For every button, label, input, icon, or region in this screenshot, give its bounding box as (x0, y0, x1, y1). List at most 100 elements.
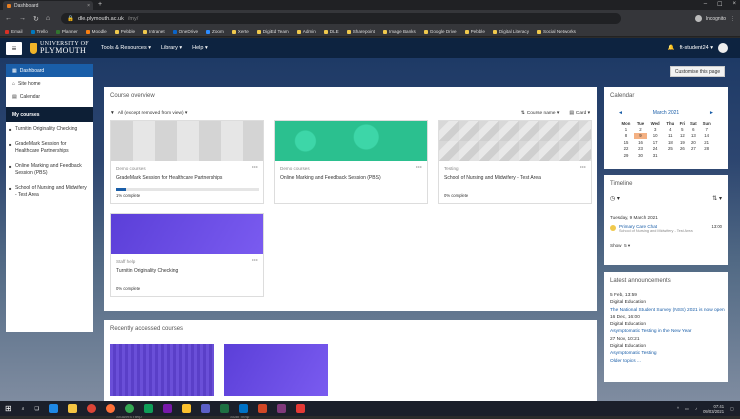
next-month-icon[interactable]: ► (709, 110, 714, 116)
bookmark-item[interactable]: Sharepoint (346, 29, 375, 34)
tab-dashboard[interactable]: Dashboard × (3, 1, 93, 10)
bookmark-item[interactable]: OneDrive (172, 29, 198, 34)
course-name[interactable]: Online Marking and Feedback Session (PBS… (280, 175, 381, 181)
prev-month-icon[interactable]: ◄ (618, 110, 623, 116)
course-card[interactable]: Staff help ··· Turnitin Originality Chec… (110, 213, 264, 297)
drawer-course-online-marking[interactable]: Online Marking and Feedback Session (PBS… (6, 159, 93, 181)
my-courses-heading[interactable]: My courses (6, 107, 93, 122)
bookmark-item[interactable]: Social Networks (537, 29, 576, 34)
bookmark-item[interactable]: Zoom (206, 29, 224, 34)
bookmark-item[interactable]: Trello (30, 29, 48, 34)
course-filter-dropdown[interactable]: All (except removed from view) ▾ (118, 111, 188, 116)
close-tab-icon[interactable]: × (87, 3, 90, 9)
avatar[interactable] (718, 43, 728, 53)
university-logo[interactable]: UNIVERSITY OF PLYMOUTH (30, 41, 89, 55)
course-menu-icon[interactable]: ··· (416, 165, 422, 171)
course-card[interactable]: Demo courses ··· Online Marking and Feed… (274, 120, 428, 204)
older-topics-link[interactable]: Older topics ... (610, 358, 725, 365)
course-menu-icon[interactable]: ··· (252, 258, 258, 264)
snip-icon[interactable] (296, 404, 305, 413)
onenote-icon[interactable] (163, 404, 172, 413)
bookmark-item[interactable]: Pebble (464, 29, 485, 34)
teams-icon[interactable] (201, 404, 210, 413)
reload-icon[interactable]: ↻ (33, 15, 39, 23)
network-icon[interactable]: ▭ (685, 406, 689, 411)
menu-icon[interactable]: ⋮ (730, 16, 735, 22)
bookmark-item[interactable]: DLE (323, 29, 339, 34)
announcement-link[interactable]: The National Student Survey (NSS) 2021 i… (610, 307, 725, 314)
drawer-toggle-button[interactable]: ≡ (6, 41, 22, 55)
sticky-notes-icon[interactable] (182, 404, 191, 413)
excel-icon[interactable] (220, 404, 229, 413)
calendar-day[interactable]: 29 (618, 152, 634, 159)
powerpoint-icon[interactable] (258, 404, 267, 413)
calendar-day[interactable]: 31 (647, 152, 663, 159)
firefox-icon[interactable] (106, 404, 115, 413)
recent-course-card[interactable]: Student help (110, 344, 214, 419)
maximize-icon[interactable]: ☐ (717, 1, 722, 8)
new-tab-icon[interactable]: + (98, 1, 102, 8)
bookmark-item[interactable]: Digital Literacy (492, 29, 529, 34)
course-card[interactable]: Demo courses ··· GradeMark Session for H… (110, 120, 264, 204)
tray-chevron-icon[interactable]: ^ (677, 406, 679, 411)
search-icon[interactable]: ⌕ (22, 406, 25, 412)
notifications-center-icon[interactable]: ▢ (730, 406, 734, 411)
calendar-month[interactable]: March 2021 (653, 110, 679, 116)
timeline-event[interactable]: Primary Care Chat School of Nursing and … (610, 224, 722, 233)
edge-icon[interactable] (49, 404, 58, 413)
home-button-icon[interactable]: ⌂ (46, 15, 50, 22)
drawer-course-grademark[interactable]: GradeMark Session for Healthcare Partner… (6, 137, 93, 159)
drawer-item-site-home[interactable]: ⌂ Site home (6, 77, 93, 90)
bookmark-item[interactable]: Planner (55, 29, 78, 34)
drawer-course-turnitin[interactable]: Turnitin Originality Checking (6, 122, 93, 137)
course-card[interactable]: Testing ··· School of Nursing and Midwif… (438, 120, 592, 204)
bookmark-item[interactable]: DigiEd Team (256, 29, 289, 34)
close-window-icon[interactable]: × (732, 1, 736, 8)
back-icon[interactable]: ← (5, 15, 12, 22)
outlook-icon[interactable] (239, 404, 248, 413)
nav-tools-resources[interactable]: Tools & Resources ▾ (101, 45, 151, 51)
course-name[interactable]: Turnitin Originality Checking (116, 268, 178, 274)
bookmark-item[interactable]: Pebble (114, 29, 135, 34)
calendar-day[interactable]: 30 (634, 152, 647, 159)
announcement-link[interactable]: Asymptomatic Testing in the New Year (610, 328, 725, 335)
course-menu-icon[interactable]: ··· (580, 165, 586, 171)
nav-help[interactable]: Help ▾ (192, 45, 208, 51)
course-name[interactable]: GradeMark Session for Healthcare Partner… (116, 175, 222, 181)
show-count-dropdown[interactable]: 5 ▾ (624, 243, 630, 248)
bookmark-item[interactable]: Admin (296, 29, 316, 34)
bookmark-item[interactable]: Intranet (143, 29, 165, 34)
notifications-icon[interactable]: 🔔 (668, 45, 675, 51)
course-name[interactable]: School of Nursing and Midwifery - Test A… (444, 175, 541, 181)
clock[interactable]: 07:41 09/03/2021 (703, 404, 724, 414)
edge-icon[interactable] (144, 404, 153, 413)
course-menu-icon[interactable]: ··· (252, 165, 258, 171)
address-bar[interactable]: 🔒 dle.plymouth.ac.uk/my/ (61, 13, 622, 24)
bookmark-item[interactable]: Email (5, 29, 23, 34)
chrome-icon[interactable] (87, 404, 96, 413)
file-explorer-icon[interactable] (68, 404, 77, 413)
timeline-filter-icon[interactable]: ◷ ▾ (610, 195, 620, 202)
bookmark-item[interactable]: Google Drive (423, 29, 457, 34)
timeline-sort-icon[interactable]: ⇅ ▾ (712, 195, 722, 202)
sort-dropdown[interactable]: Course name ▾ (527, 111, 560, 116)
bookmark-item[interactable]: Xerte (231, 29, 249, 34)
start-icon[interactable]: ⊞ (5, 404, 12, 413)
customise-page-button[interactable]: Customise this page (670, 66, 725, 77)
view-dropdown[interactable]: Card ▾ (576, 111, 590, 116)
incognito-indicator[interactable]: Incognito ⋮ (694, 15, 735, 22)
drawer-item-dashboard[interactable]: ▦ Dashboard (6, 64, 93, 77)
bookmark-item[interactable]: Image Banks (382, 29, 416, 34)
task-view-icon[interactable]: ❑ (35, 406, 39, 412)
drawer-course-nursing[interactable]: School of Nursing and Midwifery - Test A… (6, 181, 93, 203)
recent-course-card[interactable]: Staff help (224, 344, 328, 419)
bookmark-item[interactable]: Moodle (85, 29, 107, 34)
onenote-icon[interactable] (277, 404, 286, 413)
forward-icon[interactable]: → (19, 15, 26, 22)
volume-icon[interactable]: ♪ (695, 406, 697, 411)
announcement-link[interactable]: Asymptomatic Testing (610, 350, 725, 357)
user-menu[interactable]: ft-student24 ▾ (680, 45, 713, 51)
chrome-icon[interactable] (125, 404, 134, 413)
minimize-icon[interactable]: – (704, 1, 707, 8)
drawer-item-calendar[interactable]: ▤ Calendar (6, 90, 93, 103)
